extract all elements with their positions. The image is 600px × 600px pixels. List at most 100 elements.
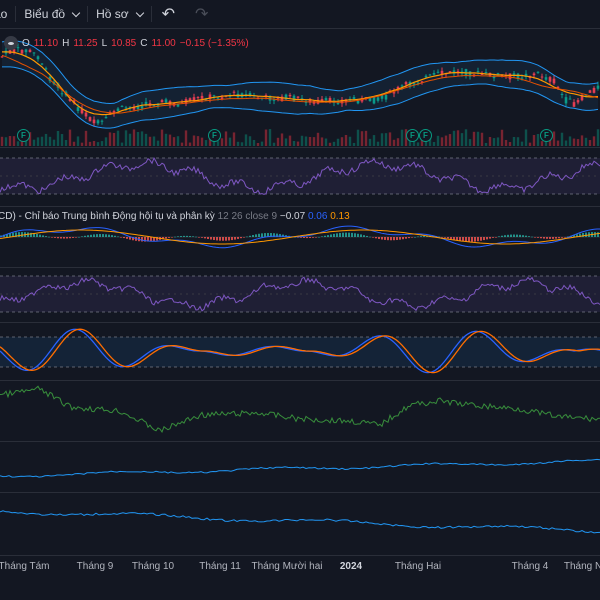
macd-histogram-bar [414,236,416,238]
volume-bar [464,129,468,146]
undo-icon[interactable]: ↶ [152,4,185,24]
volume-bar [564,140,568,146]
macd-histogram-bar [534,237,536,238]
macd-histogram-bar [402,237,404,240]
macd-histogram-bar [231,237,233,241]
macd-histogram-bar [420,236,422,237]
volume-bar [44,133,48,146]
volume-bar [164,133,168,146]
volume-bar [228,137,232,146]
volume-bar [384,133,388,146]
macd-histogram-bar [171,237,173,238]
macd-histogram-bar [63,237,65,239]
macd-params: 12 26 close 9 [217,211,278,222]
macd-histogram-bar [222,237,224,241]
macd-histogram-bar [378,237,380,239]
macd-histogram-bar [516,234,518,237]
volume-bar [372,135,376,146]
volume-bar [556,140,560,146]
bollinger-band-fill [2,40,598,129]
macd-histogram-bar [330,234,332,237]
price-change: −0.15 (−1.35%) [179,37,249,49]
volume-bar [348,136,352,146]
macd-histogram-bar [507,234,509,237]
macd-histogram-bar [369,236,371,238]
volume-bar [492,138,496,146]
dividend-badge[interactable]: F [208,129,221,142]
macd-histogram-bar [225,237,227,241]
volume-bar [160,129,164,146]
volume-bar [204,140,208,146]
blue-line-pane-2[interactable] [0,493,600,555]
volume-bar [252,139,256,146]
profile-menu-button[interactable]: Hồ sơ [88,0,151,28]
macd-histogram-bar [60,237,62,239]
redo-icon[interactable]: ↷ [185,4,218,24]
macd-histogram-bar [204,237,206,239]
macd-histogram-bar [321,236,323,237]
volume-bar [460,133,464,146]
rsi-pane[interactable] [0,148,600,206]
green-indicator-pane[interactable] [0,381,600,441]
volume-bar [152,136,156,146]
macd-histogram-bar [105,234,107,237]
chart-menu-button[interactable]: Biểu đồ [16,0,87,28]
volume-bar [180,142,184,146]
stochastic-band [0,337,600,367]
volume-bar [596,129,600,146]
volume-bar [584,137,588,146]
time-axis[interactable]: Tháng Tám Tháng 9 Tháng 10 Tháng 11 Tháng Mư… [0,555,600,580]
macd-histogram-bar [561,237,563,238]
macd-histogram-bar [201,237,203,238]
volume-bar [100,141,104,146]
dividend-badge[interactable]: F [419,129,432,142]
volume-bar [140,131,144,146]
volume-bar [48,136,52,146]
macd-histogram-bar [396,237,398,241]
volume-bar [232,132,236,146]
macd-histogram-bar [249,235,251,237]
macd-histogram-bar [66,237,68,239]
volume-bar [296,141,300,146]
volume-bar [112,132,116,146]
macd-histogram-bar [177,236,179,237]
toolbar-partial-menu[interactable]: ảo [0,0,15,28]
macd-histogram-bar [87,235,89,237]
macd-histogram-bar [207,237,209,239]
macd-histogram-bar [558,237,560,239]
volume-bar [388,132,392,146]
macd-histogram-bar [483,237,485,241]
volume-bar [120,142,124,146]
macd-histogram-bar [216,237,218,241]
top-toolbar: ảo Biểu đồ Hồ sơ ↶ ↷ [0,0,600,29]
blue-indicator-line [0,458,600,478]
eye-icon[interactable] [4,36,18,50]
volume-bar [312,137,316,146]
blue-line-pane[interactable] [0,442,600,492]
dividend-badge[interactable]: F [17,129,30,142]
volume-bar [472,131,476,146]
macd-histogram-bar [261,233,263,237]
volume-bar [216,141,220,146]
volume-bar [308,136,312,146]
dividend-badge[interactable]: F [406,129,419,142]
volume-bar [456,130,460,146]
volume-bar [516,137,520,146]
rsi-pane-2[interactable] [0,268,600,322]
macd-histogram-bar [318,236,320,238]
macd-histogram-bar [51,237,53,238]
macd-histogram-bar [531,236,533,238]
dividend-badge[interactable]: F [540,129,553,142]
macd-histogram-bar [48,236,50,238]
macd-histogram-bar [537,237,539,238]
macd-histogram-bar [522,235,524,237]
volume-bar [448,134,452,146]
stochastic-pane[interactable] [0,323,600,380]
volume-bar [416,142,420,146]
volume-bar [132,129,136,146]
macd-histogram-bar [183,235,185,237]
macd-histogram-bar [174,236,176,238]
volume-bar [332,141,336,146]
volume-bar [320,137,324,146]
macd-value: −0.07 [279,211,306,222]
